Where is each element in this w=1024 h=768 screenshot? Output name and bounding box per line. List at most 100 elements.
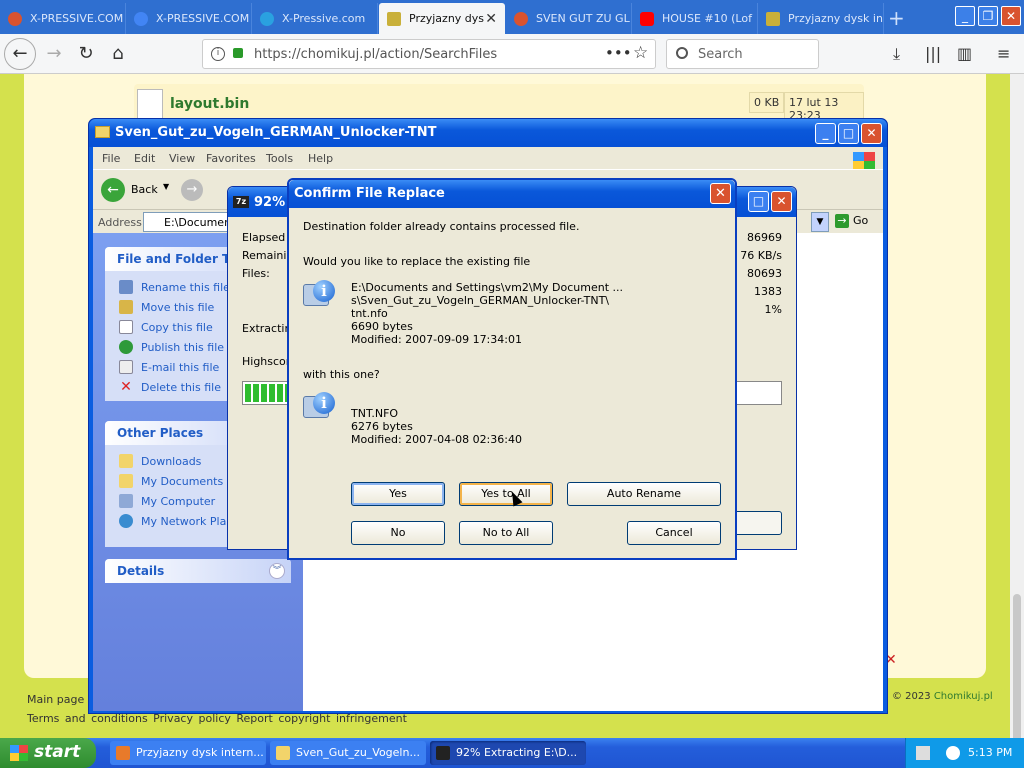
close-icon[interactable]: ✕ (710, 183, 731, 204)
address-label: Address (98, 216, 142, 229)
menu-edit[interactable]: Edit (134, 152, 155, 165)
go-label: Go (853, 214, 869, 227)
windows-logo-icon (10, 745, 28, 761)
info-icon: i (303, 280, 335, 312)
delete-x-icon: ✕ (120, 379, 132, 395)
copyright-year: © 2023 (892, 691, 931, 702)
footer-main-link[interactable]: Main page (27, 693, 84, 706)
windows-logo-icon (853, 152, 875, 170)
new-modified: Modified: 2007-04-08 02:36:40 (351, 433, 522, 446)
size-value: 86969 (747, 231, 782, 244)
dialog-question: Would you like to replace the existing f… (303, 255, 531, 268)
url-bar[interactable]: i https://chomikuj.pl/action/SearchFiles… (202, 39, 656, 69)
url-text[interactable]: https://chomikuj.pl/action/SearchFiles (254, 47, 497, 62)
menu-file[interactable]: File (102, 152, 120, 165)
browser-tab[interactable]: X-Pressive.com (252, 3, 378, 34)
home-icon[interactable]: ⌂ (106, 42, 130, 66)
close-tab-icon[interactable]: ✕ (485, 11, 497, 27)
chevron-down-icon[interactable]: ▼ (163, 182, 169, 191)
menu-favorites[interactable]: Favorites (206, 152, 256, 165)
lock-icon (233, 48, 243, 58)
task-label: Move this file (141, 301, 215, 314)
menu-tools[interactable]: Tools (266, 152, 293, 165)
taskbar: start Przyjazny dysk intern... Sven_Gut_… (0, 738, 1024, 768)
plus-icon[interactable]: + (888, 6, 905, 30)
copyright: © 2023 Chomikuj.pl (892, 691, 993, 702)
forward-arrow-icon[interactable]: → (42, 42, 66, 66)
computer-icon (119, 494, 133, 508)
clock[interactable]: 5:13 PM (968, 746, 1012, 759)
reload-icon[interactable]: ↻ (74, 42, 98, 66)
menu-bar: File Edit View Favorites Tools Help (93, 147, 883, 170)
menu-icon[interactable]: ≡ (997, 44, 1010, 63)
taskbar-item-7zip[interactable]: 92% Extracting E:\D... (430, 741, 586, 765)
back-button-label[interactable]: Back (131, 183, 158, 196)
remaining-label: Remainin (242, 249, 294, 262)
task-label: E-mail this file (141, 361, 220, 374)
dialog-title-bar[interactable]: Confirm File Replace ✕ (289, 180, 735, 208)
explorer-title: Sven_Gut_zu_Vogeln_GERMAN_Unlocker-TNT (115, 125, 437, 140)
menu-view[interactable]: View (169, 152, 195, 165)
globe-icon (119, 340, 133, 354)
address-dropdown-icon[interactable]: ▼ (811, 212, 829, 232)
place-label: Downloads (141, 455, 202, 468)
page-scrollbar[interactable] (1010, 74, 1024, 768)
browser-tab[interactable]: X-PRESSIVE.COM (0, 3, 126, 34)
close-button[interactable]: ✕ (771, 191, 792, 212)
download-icon[interactable]: ⤓ (893, 44, 900, 64)
7zip-icon (436, 746, 450, 760)
minimize-button[interactable]: _ (815, 123, 836, 144)
minimize-button[interactable]: _ (955, 6, 975, 26)
library-icon[interactable]: ||| (925, 44, 941, 63)
back-arrow-icon[interactable]: ← (101, 178, 125, 202)
more-icon[interactable]: ••• (605, 44, 632, 62)
sidebar-icon[interactable]: ▥ (957, 44, 972, 63)
browser-tab[interactable]: X-PRESSIVE.COM (126, 3, 252, 34)
back-arrow-icon[interactable]: ← (4, 38, 36, 70)
forward-arrow-icon[interactable]: → (181, 179, 203, 201)
no-button[interactable]: No (351, 521, 445, 545)
bookmark-star-icon[interactable]: ☆ (633, 43, 648, 63)
speed-value: 76 KB/s (740, 249, 782, 262)
details-panel: Details ︾ (105, 559, 291, 583)
task-label: Sven_Gut_zu_Vogeln... (296, 746, 420, 759)
menu-help[interactable]: Help (308, 152, 333, 165)
close-window-button[interactable]: ✕ (1001, 6, 1021, 26)
file-name-link[interactable]: layout.bin (170, 96, 249, 112)
chevron-down-icon[interactable]: ︾ (269, 563, 285, 579)
restore-button[interactable]: ❐ (978, 6, 998, 26)
existing-size: 6690 bytes (351, 320, 413, 333)
auto-rename-button[interactable]: Auto Rename (567, 482, 721, 506)
explorer-title-bar[interactable]: Sven_Gut_zu_Vogeln_GERMAN_Unlocker-TNT _… (89, 119, 887, 147)
details-title[interactable]: Details (105, 559, 291, 583)
browser-icon (116, 746, 130, 760)
brand-link[interactable]: Chomikuj.pl (934, 691, 993, 702)
yes-to-all-button[interactable]: Yes to All (459, 482, 553, 506)
compression-value: 1% (764, 303, 782, 316)
browser-tab-bar: X-PRESSIVE.COM X-PRESSIVE.COM X-Pressive… (0, 0, 1024, 34)
maximize-button[interactable]: □ (748, 191, 769, 212)
close-button[interactable]: ✕ (861, 123, 882, 144)
dialog-message: Destination folder already contains proc… (303, 220, 580, 233)
browser-tab[interactable]: Przyjazny dysk in (758, 3, 884, 34)
yes-button[interactable]: Yes (351, 482, 445, 506)
start-button[interactable]: start (0, 738, 96, 768)
browser-tab[interactable]: SVEN GUT ZU GL (506, 3, 632, 34)
go-button[interactable]: → Go (835, 214, 868, 228)
maximize-button[interactable]: □ (838, 123, 859, 144)
no-to-all-button[interactable]: No to All (459, 521, 553, 545)
search-placeholder: Search (698, 47, 743, 62)
search-input[interactable]: Search (666, 39, 819, 69)
address-input[interactable]: E:\Document (143, 212, 233, 232)
browser-tab-active[interactable]: Przyjazny dys ✕ (379, 3, 505, 34)
taskbar-item-browser[interactable]: Przyjazny dysk intern... (110, 741, 266, 765)
task-label: Copy this file (141, 321, 213, 334)
cancel-button[interactable]: Cancel (627, 521, 721, 545)
taskbar-item-explorer[interactable]: Sven_Gut_zu_Vogeln... (270, 741, 426, 765)
place-label: My Documents (141, 475, 224, 488)
tab-label: Przyjazny dysk in (788, 12, 883, 25)
keyboard-icon[interactable] (916, 746, 930, 760)
network-icon[interactable] (946, 746, 960, 760)
browser-tab[interactable]: HOUSE #10 (Lof (632, 3, 758, 34)
info-icon[interactable]: i (211, 47, 225, 61)
